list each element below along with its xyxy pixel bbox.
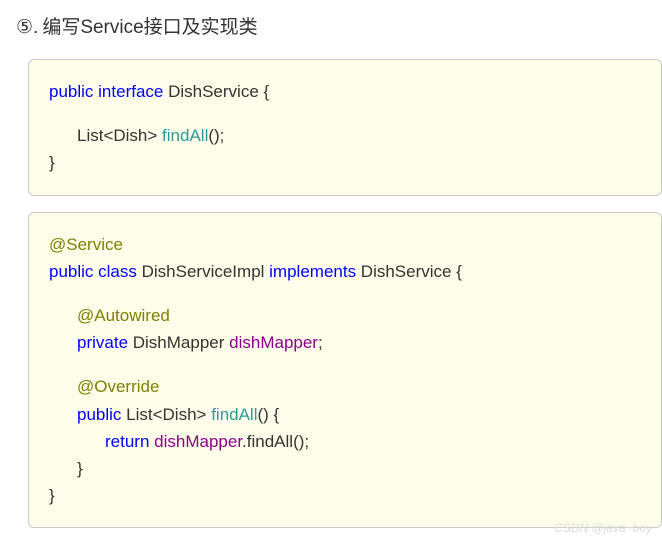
- method-name: findAll: [162, 126, 208, 145]
- brace-close: }: [77, 459, 83, 478]
- code-line: List<Dish> findAll();: [49, 122, 641, 149]
- field-name: dishMapper: [229, 333, 318, 352]
- annotation-service: @Service: [49, 235, 123, 254]
- annotation-override: @Override: [77, 377, 159, 396]
- brace-close: }: [49, 486, 55, 505]
- code-line: }: [49, 482, 641, 509]
- code-line: @Service: [49, 231, 641, 258]
- blank-line: [49, 105, 641, 122]
- keyword-public: public: [77, 405, 121, 424]
- code-line: public interface DishService {: [49, 78, 641, 105]
- return-type: List<Dish>: [77, 126, 162, 145]
- annotation-autowired: @Autowired: [77, 306, 170, 325]
- code-line: @Override: [49, 373, 641, 400]
- field-ref: dishMapper: [154, 432, 242, 451]
- brace-close: }: [49, 153, 55, 172]
- keyword-private: private: [77, 333, 128, 352]
- code-line: @Autowired: [49, 302, 641, 329]
- keyword-return: return: [105, 432, 149, 451]
- code-line: public List<Dish> findAll() {: [49, 401, 641, 428]
- code-line: public class DishServiceImpl implements …: [49, 258, 641, 285]
- method-name: findAll: [211, 405, 257, 424]
- blank-line: [49, 285, 641, 302]
- interface-ref: DishService {: [356, 262, 462, 281]
- step-number: ⑤.: [16, 16, 38, 39]
- code-block-interface: public interface DishService { List<Dish…: [28, 59, 662, 196]
- keyword-public: public: [49, 262, 93, 281]
- keyword-class: class: [98, 262, 137, 281]
- class-name: DishServiceImpl: [137, 262, 269, 281]
- keyword-public: public: [49, 82, 93, 101]
- section-heading: ⑤.编写Service接口及实现类: [0, 0, 662, 47]
- method-call: .findAll();: [242, 432, 309, 451]
- code-block-impl: @Service public class DishServiceImpl im…: [28, 212, 662, 529]
- code-line: }: [49, 149, 641, 176]
- keyword-implements: implements: [269, 262, 356, 281]
- watermark: CSDN @java~boy: [554, 521, 652, 535]
- code-line: }: [49, 455, 641, 482]
- code-line: return dishMapper.findAll();: [49, 428, 641, 455]
- interface-name: DishService {: [163, 82, 269, 101]
- field-type: DishMapper: [128, 333, 229, 352]
- code-line: private DishMapper dishMapper;: [49, 329, 641, 356]
- heading-title: 编写Service接口及实现类: [42, 17, 257, 38]
- keyword-interface: interface: [98, 82, 163, 101]
- return-type: List<Dish>: [121, 405, 211, 424]
- blank-line: [49, 356, 641, 373]
